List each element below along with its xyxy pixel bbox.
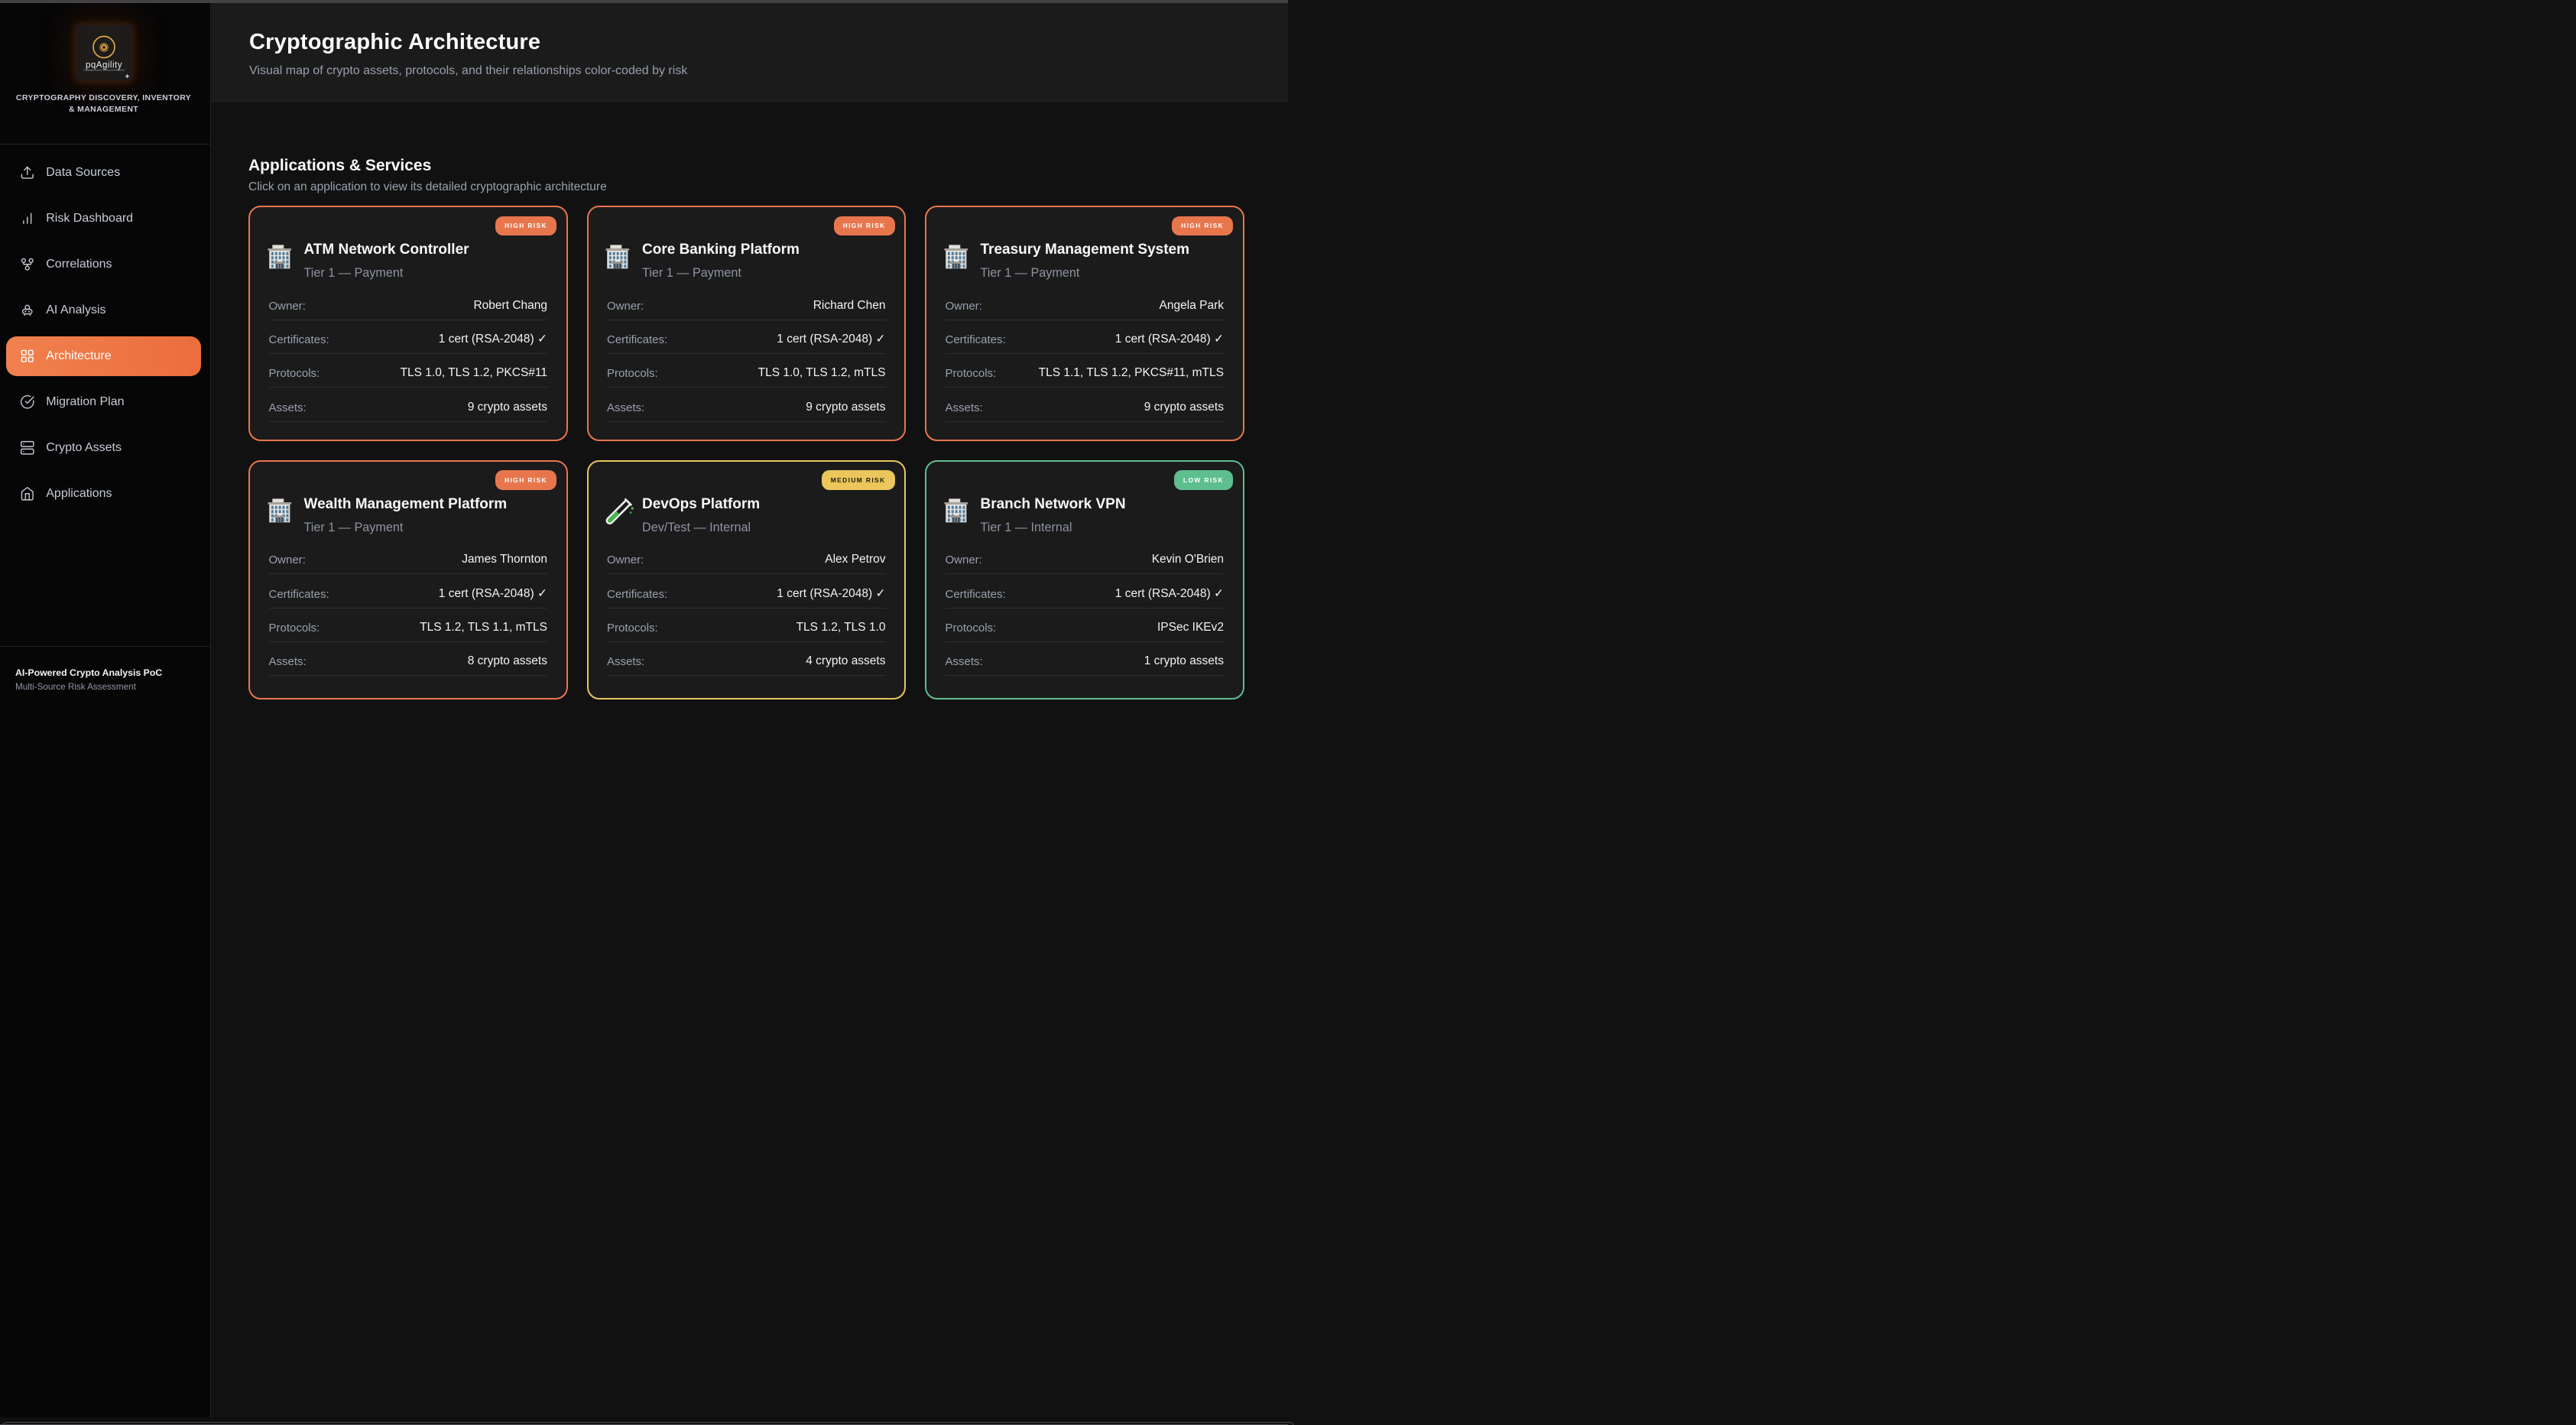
svg-text:pqAgility: pqAgility bbox=[86, 61, 122, 70]
